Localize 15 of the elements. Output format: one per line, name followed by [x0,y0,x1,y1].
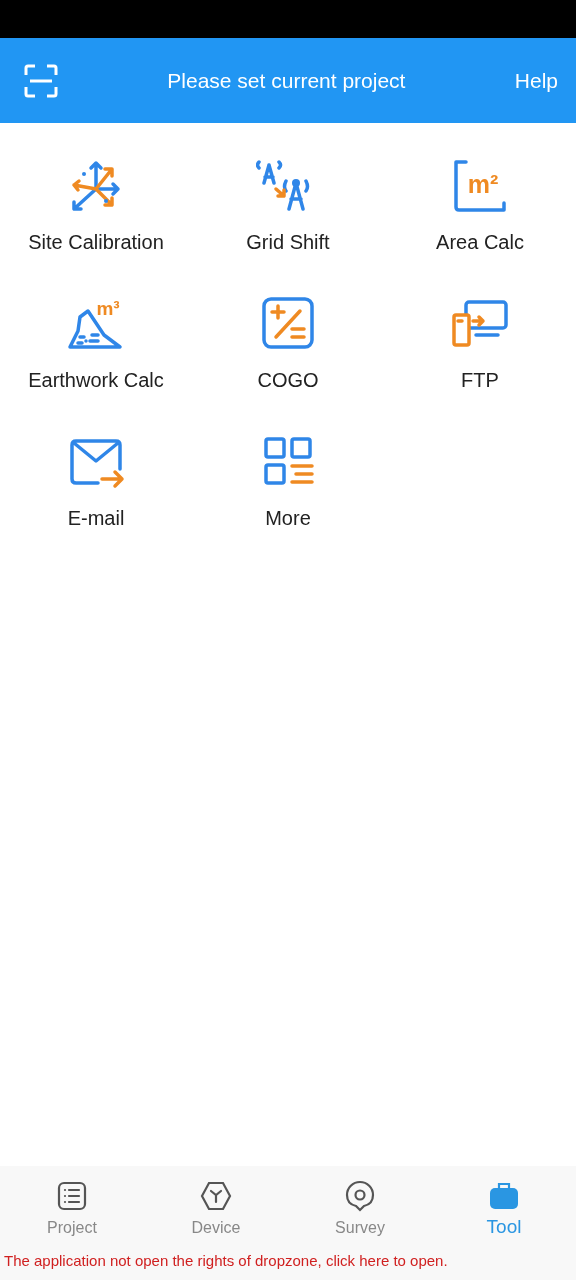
hexagon-icon [200,1180,232,1212]
tool-button[interactable]: Grid Shift [192,159,384,257]
briefcase-icon [488,1180,520,1212]
tool-button[interactable]: FTP [384,297,576,395]
list-icon [56,1180,88,1212]
tool-button[interactable]: COGO [192,297,384,395]
tool-button[interactable]: Site Calibration [0,159,192,257]
tool-button[interactable]: m³ Earthwork Calc [0,297,192,395]
header-title: Please set current project [166,67,407,94]
scan-icon[interactable] [24,63,58,98]
permission-notice[interactable]: The application not open the rights of dropzone, click here to open. [0,1241,576,1280]
tool-button[interactable]: m² Area Calc [384,159,576,257]
location-pin-icon [344,1180,376,1212]
tool-button[interactable]: More [192,435,384,533]
tool-button[interactable]: E-mail [0,435,192,533]
